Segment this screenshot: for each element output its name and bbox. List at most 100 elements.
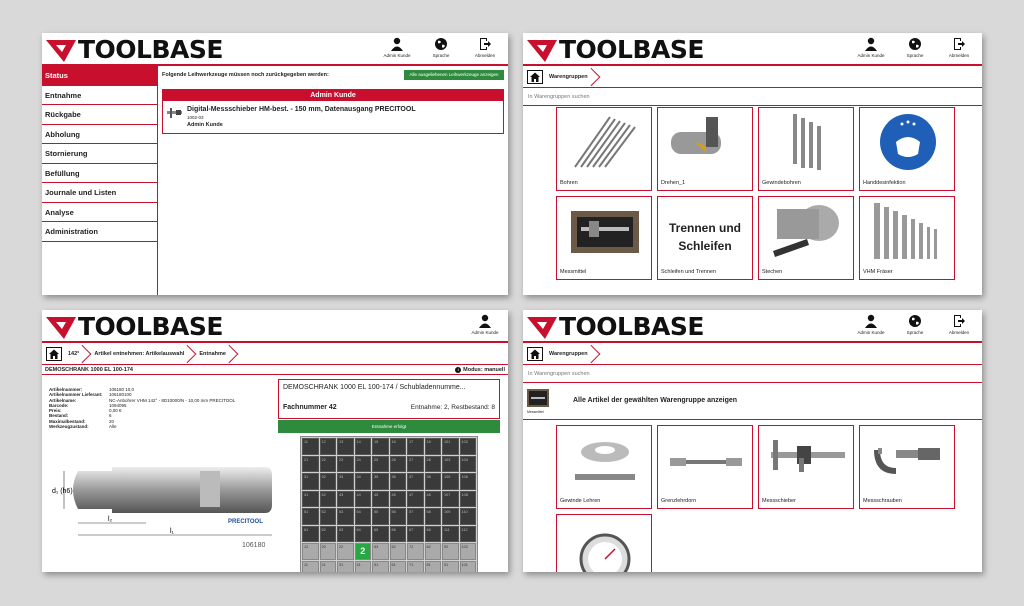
subcategory-tile-gewinde-lehren[interactable]: Gewinde Lehren: [556, 425, 652, 509]
drawer-cell[interactable]: 91: [442, 560, 459, 572]
drawer-cell[interactable]: 47: [407, 490, 424, 507]
drawer-cell[interactable]: 43: [337, 490, 354, 507]
home-icon[interactable]: [527, 69, 543, 84]
drawer-cell[interactable]: 63: [337, 525, 354, 542]
admin-button[interactable]: Admin Kunde: [380, 37, 414, 58]
drawer-cell[interactable]: 56: [389, 508, 406, 525]
drawer-cell[interactable]: 111: [442, 525, 459, 542]
drawer-cell[interactable]: 35: [372, 473, 389, 490]
drawer-cell[interactable]: 103: [442, 455, 459, 472]
drawer-cell[interactable]: 82: [424, 543, 441, 560]
drawer-cell[interactable]: 24: [354, 455, 371, 472]
subcategory-tile-messschieber[interactable]: Messschieber: [758, 425, 854, 509]
breadcrumb-article-selection[interactable]: Artikel entnehmen: Artikelauswahl: [88, 343, 193, 365]
drawer-cell[interactable]: 14: [354, 438, 371, 455]
drawer-cell[interactable]: 21: [319, 560, 336, 572]
drawer-cell[interactable]: 12: [319, 438, 336, 455]
show-all-loans-button[interactable]: Alle ausgeliehenen Leihwerkzeuge anzeige…: [404, 70, 504, 80]
category-tile-vhm-fraeser[interactable]: VHM Fräser: [859, 196, 955, 280]
drawer-cell[interactable]: 34: [354, 473, 371, 490]
drawer-cell[interactable]: 15: [372, 438, 389, 455]
drawer-cell[interactable]: 31: [302, 473, 319, 490]
drawer-cell[interactable]: 51: [302, 508, 319, 525]
drawer-cell[interactable]: 28: [424, 455, 441, 472]
drawer-cell[interactable]: 13: [337, 438, 354, 455]
category-tile-stechen[interactable]: Stechen: [758, 196, 854, 280]
loan-item[interactable]: Digital-Messschieber HM-best. - 150 mm, …: [163, 101, 503, 135]
sidebar-item-stornierung[interactable]: Stornierung: [42, 144, 157, 164]
drawer-cell[interactable]: 102: [459, 438, 476, 455]
drawer-cell[interactable]: 27: [407, 455, 424, 472]
category-tile-handdesinfektion[interactable]: Handdesinfektion: [859, 107, 955, 191]
breadcrumb-entnahme[interactable]: Entnahme: [193, 343, 235, 365]
drawer-cell[interactable]: 105: [442, 473, 459, 490]
drawer-cell[interactable]: 63: [372, 543, 389, 560]
drawer-cell[interactable]: 92: [442, 543, 459, 560]
sidebar-item-administration[interactable]: Administration: [42, 222, 157, 242]
drawer-cell[interactable]: 61: [389, 560, 406, 572]
drawer-cell[interactable]: 108: [459, 490, 476, 507]
drawer-cell[interactable]: 53: [337, 508, 354, 525]
category-tile-schleifen[interactable]: Trennen und Schleifen Schleifen und Tren…: [657, 196, 753, 280]
drawer-cell[interactable]: 72: [407, 543, 424, 560]
drawer-cell[interactable]: 48: [424, 490, 441, 507]
drawer-cell[interactable]: 57: [407, 508, 424, 525]
drawer-cell[interactable]: 32: [319, 473, 336, 490]
language-button[interactable]: Sprache: [424, 37, 458, 58]
sidebar-item-entnahme[interactable]: Entnahme: [42, 86, 157, 105]
drawer-cell[interactable]: 16: [389, 438, 406, 455]
sidebar-item-status[interactable]: Status: [42, 66, 157, 86]
sidebar-item-rueckgabe[interactable]: Rückgabe: [42, 105, 157, 125]
drawer-cell[interactable]: 61: [302, 525, 319, 542]
drawer-cell[interactable]: 109: [442, 508, 459, 525]
admin-button[interactable]: Admin Kunde: [468, 314, 502, 335]
admin-button[interactable]: Admin Kunde: [854, 314, 888, 335]
withdrawal-done-button[interactable]: Entnahme erfolgt: [278, 420, 500, 433]
drawer-cell[interactable]: 44: [354, 490, 371, 507]
drawer-cell[interactable]: 20: [319, 543, 336, 560]
sidebar-item-befuellung[interactable]: Befüllung: [42, 164, 157, 183]
home-icon[interactable]: [46, 346, 62, 361]
drawer-cell[interactable]: 104: [459, 455, 476, 472]
logout-button[interactable]: Abmelden: [468, 37, 502, 58]
language-button[interactable]: Sprache: [898, 314, 932, 335]
drawer-cell[interactable]: 33: [337, 473, 354, 490]
drawer-cell[interactable]: 46: [389, 490, 406, 507]
breadcrumb-angle[interactable]: 142°: [62, 343, 88, 365]
drawer-cell[interactable]: 38: [424, 473, 441, 490]
drawer-cell[interactable]: 102: [459, 543, 476, 560]
drawer-cell[interactable]: 65: [372, 525, 389, 542]
breadcrumb-warengruppen[interactable]: Warengruppen: [543, 66, 597, 88]
drawer-cell[interactable]: 41: [354, 560, 371, 572]
drawer-cell-selected[interactable]: 2: [354, 543, 371, 560]
drawer-cell[interactable]: 52: [319, 508, 336, 525]
drawer-cell[interactable]: 45: [372, 490, 389, 507]
drawer-cell[interactable]: 11: [302, 438, 319, 455]
drawer-cell[interactable]: 67: [407, 525, 424, 542]
drawer-cell[interactable]: 106: [459, 473, 476, 490]
category-tile-drehen[interactable]: Drehen_1: [657, 107, 753, 191]
subcategory-tile-messschrauben[interactable]: Messschrauben: [859, 425, 955, 509]
drawer-cell[interactable]: 22: [337, 543, 354, 560]
drawer-cell[interactable]: 11: [302, 560, 319, 572]
drawer-cell[interactable]: 64: [354, 525, 371, 542]
drawer-cell[interactable]: 71: [407, 560, 424, 572]
drawer-cell[interactable]: 55: [372, 508, 389, 525]
drawer-cell[interactable]: 36: [389, 473, 406, 490]
drawer-cell[interactable]: 81: [424, 560, 441, 572]
logout-button[interactable]: Abmelden: [942, 314, 976, 335]
category-tile-bohren[interactable]: Bohren: [556, 107, 652, 191]
drawer-cell[interactable]: 54: [354, 508, 371, 525]
sidebar-item-abholung[interactable]: Abholung: [42, 125, 157, 144]
drawer-cell[interactable]: 58: [424, 508, 441, 525]
drawer-cell[interactable]: 12: [302, 543, 319, 560]
category-tile-messmittel[interactable]: Messmittel: [556, 196, 652, 280]
drawer-cell[interactable]: 62: [319, 525, 336, 542]
drawer-cell[interactable]: 51: [372, 560, 389, 572]
drawer-cell[interactable]: 112: [459, 525, 476, 542]
language-button[interactable]: Sprache: [898, 37, 932, 58]
subcategory-tile-grenzlehrdorn[interactable]: Grenzlehrdorn: [657, 425, 753, 509]
drawer-cell[interactable]: 41: [302, 490, 319, 507]
drawer-cell[interactable]: 68: [424, 525, 441, 542]
drawer-cell[interactable]: 26: [389, 455, 406, 472]
